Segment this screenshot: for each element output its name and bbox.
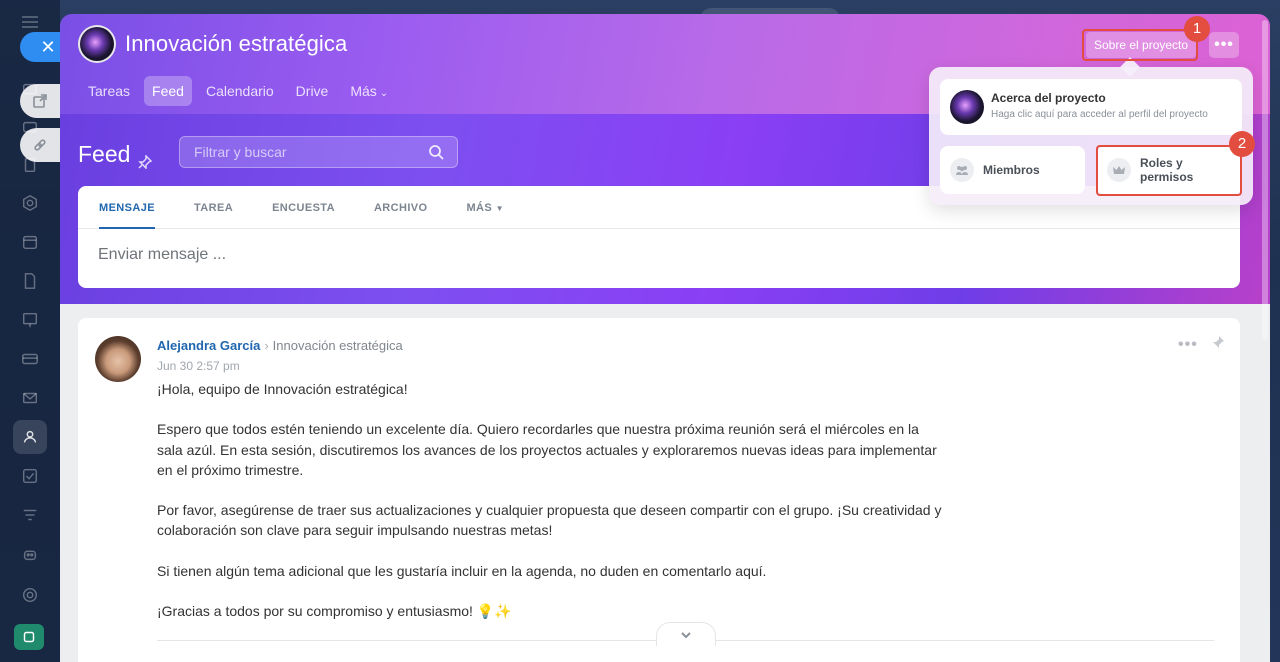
chevron-right-icon: ›: [264, 338, 269, 353]
composer-tab-more[interactable]: MÁS ▼: [466, 186, 503, 229]
highlight-about-button: [1082, 29, 1198, 61]
copy-link-button[interactable]: [20, 128, 60, 162]
more-actions-button[interactable]: •••: [1209, 32, 1239, 58]
close-slider-button[interactable]: ✕: [20, 32, 64, 62]
close-icon: ✕: [40, 37, 56, 57]
post-header: Alejandra García › Innovación estratégica: [157, 338, 403, 353]
search-icon[interactable]: [428, 144, 444, 160]
message-input[interactable]: [98, 246, 698, 264]
avatar[interactable]: [95, 336, 141, 382]
tab-drive[interactable]: Drive: [288, 76, 337, 106]
chevron-down-icon: [681, 631, 691, 638]
post-paragraph: ¡Hola, equipo de Innovación estratégica!: [157, 381, 408, 397]
search-input[interactable]: [179, 136, 458, 168]
robot-icon[interactable]: [20, 544, 40, 564]
members-icon: [950, 158, 974, 182]
filter-icon[interactable]: [20, 505, 40, 525]
feed-heading: Feed: [78, 141, 153, 170]
project-avatar: [950, 90, 984, 124]
composer-tab-message[interactable]: MENSAJE: [99, 186, 155, 229]
project-avatar[interactable]: [78, 25, 116, 63]
feed-title: Feed: [78, 141, 131, 167]
menu-icon[interactable]: [22, 16, 38, 28]
feed-post: Alejandra García › Innovación estratégica …: [78, 318, 1240, 662]
tab-more-label: Más: [350, 83, 377, 99]
members-item[interactable]: Miembros: [940, 146, 1085, 194]
step-badge-1: 1: [1184, 16, 1210, 42]
pin-icon[interactable]: [138, 148, 153, 170]
post-destination-link[interactable]: Innovación estratégica: [273, 338, 403, 353]
post-date[interactable]: Jun 30 2:57 pm: [157, 359, 240, 373]
post-paragraph: ¡Gracias a todos por su compromiso y ent…: [157, 603, 512, 620]
mail-icon[interactable]: [20, 388, 40, 408]
about-project-title: Acerca del proyecto: [991, 91, 1106, 105]
composer-tab-task[interactable]: TAREA: [194, 186, 233, 229]
page-title: Innovación estratégica: [125, 31, 348, 56]
scrollbar[interactable]: [1262, 20, 1268, 340]
settings-icon[interactable]: [20, 585, 40, 605]
members-label: Miembros: [983, 163, 1040, 177]
post-paragraph: Por favor, asegúrense de traer sus actua…: [157, 502, 942, 539]
expand-post-button[interactable]: [656, 622, 716, 646]
app-market-icon[interactable]: [14, 624, 44, 650]
tasks-icon[interactable]: [20, 466, 40, 486]
tab-more[interactable]: Más ⌄: [342, 76, 396, 106]
step-badge-2: 2: [1229, 131, 1255, 157]
composer-tab-poll[interactable]: ENCUESTA: [272, 186, 335, 229]
about-project-subtitle: Haga clic aquí para acceder al perfil de…: [991, 109, 1208, 120]
hexagon-icon[interactable]: [20, 193, 40, 213]
project-tabs: Tareas Feed Calendario Drive Más ⌄: [80, 76, 402, 106]
file-icon[interactable]: [20, 271, 40, 291]
project-header: Innovación estratégica: [78, 25, 347, 63]
about-project-item[interactable]: Acerca del proyecto Haga clic aquí para …: [940, 79, 1242, 135]
post-author-link[interactable]: Alejandra García: [157, 338, 260, 353]
card-icon[interactable]: [20, 349, 40, 369]
calendar-icon[interactable]: [20, 232, 40, 252]
external-link-icon: [33, 94, 47, 108]
board-icon[interactable]: [20, 310, 40, 330]
post-paragraph: Si tienen algún tema adicional que les g…: [157, 562, 767, 579]
workgroups-icon[interactable]: [13, 420, 47, 454]
open-in-new-window-button[interactable]: [20, 84, 60, 118]
caret-down-icon: ▼: [495, 204, 504, 213]
post-more-icon[interactable]: •••: [1178, 336, 1198, 354]
post-pin-icon[interactable]: [1211, 335, 1225, 349]
tab-tasks[interactable]: Tareas: [80, 76, 138, 106]
tab-calendar[interactable]: Calendario: [198, 76, 282, 106]
composer-tab-more-label: MÁS: [466, 202, 493, 214]
link-icon: [34, 139, 46, 151]
post-body: ¡Hola, equipo de Innovación estratégica!…: [157, 379, 947, 642]
post-paragraph: Espero que todos estén teniendo un excel…: [157, 421, 937, 478]
highlight-roles-permissions: [1096, 145, 1242, 196]
chevron-down-icon: ⌄: [379, 88, 389, 99]
composer-tab-file[interactable]: ARCHIVO: [374, 186, 428, 229]
tab-feed[interactable]: Feed: [144, 76, 192, 106]
